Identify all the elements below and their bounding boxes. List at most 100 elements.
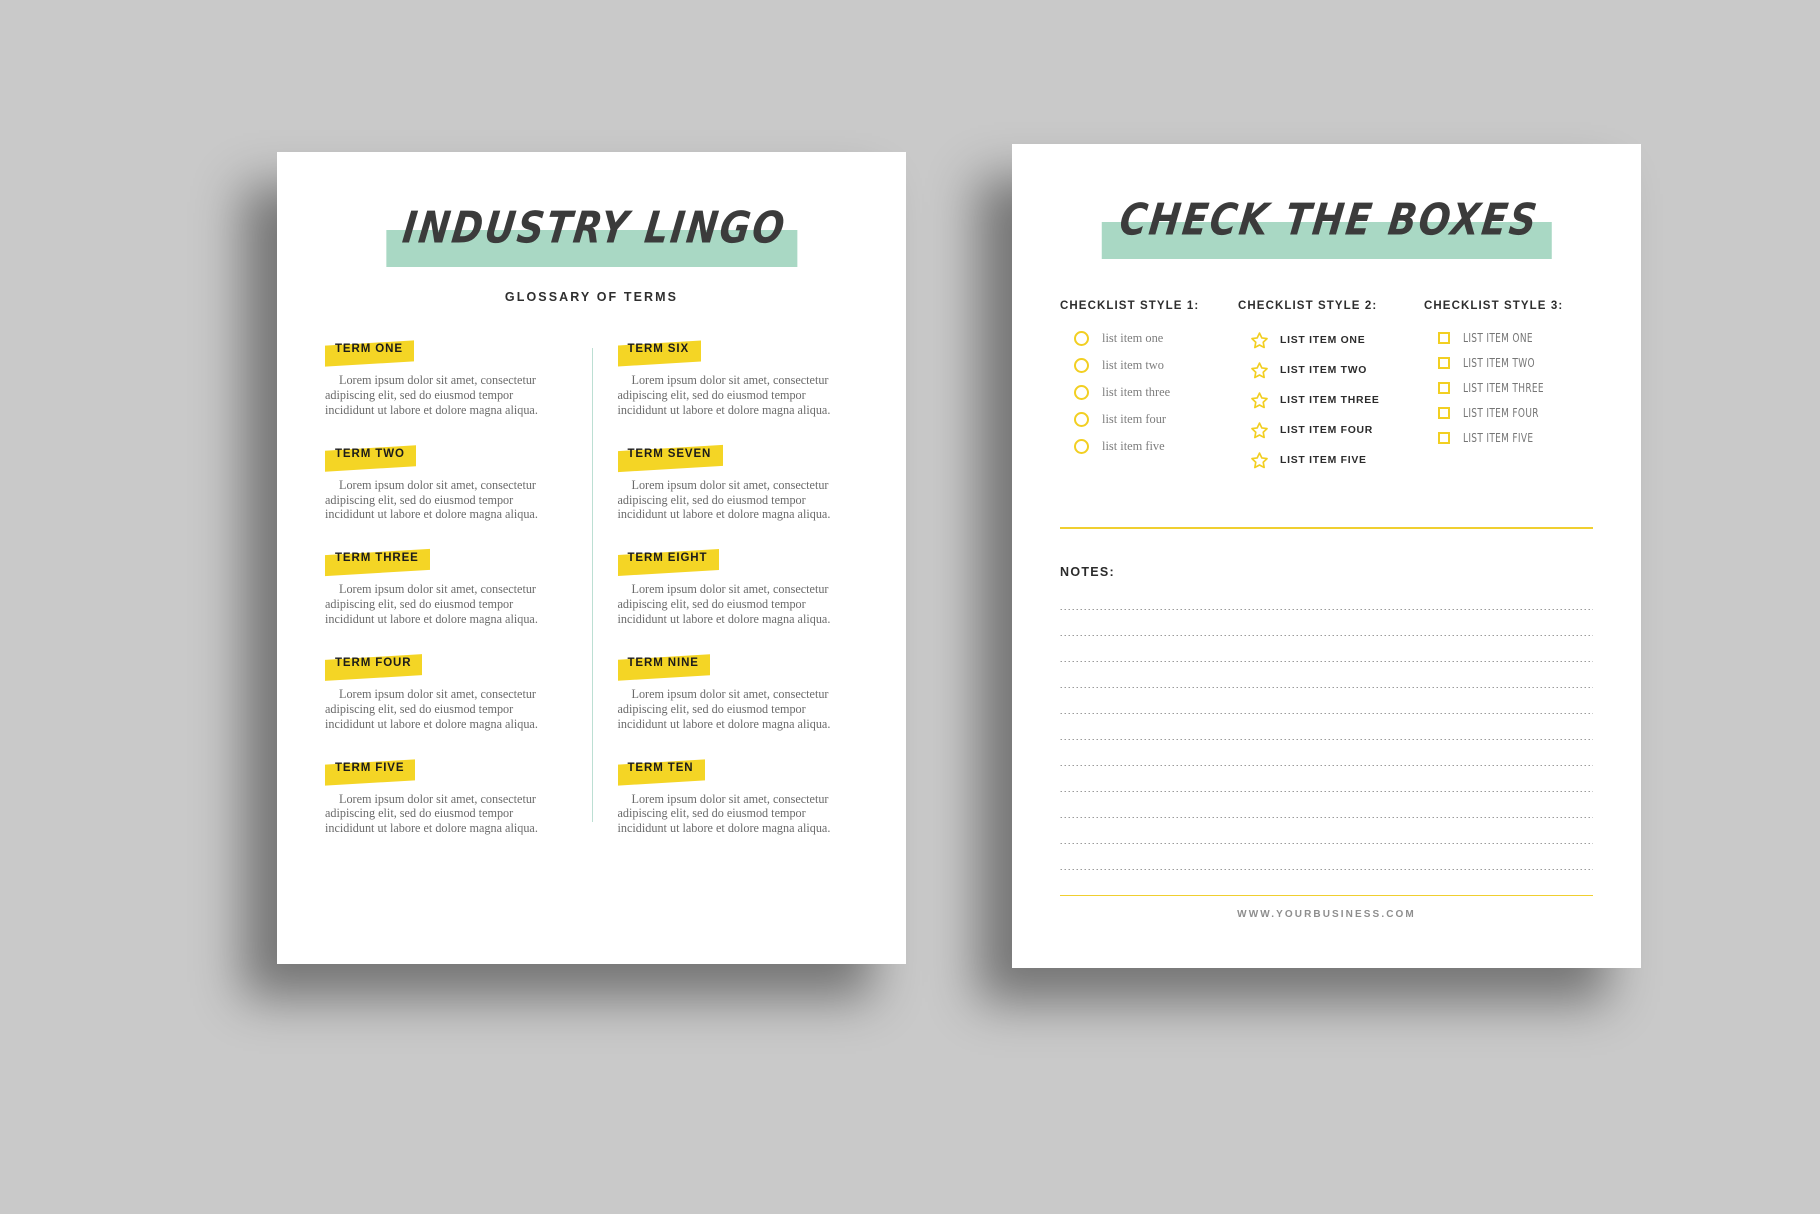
checklist-item-label: LIST ITEM TWO	[1463, 356, 1535, 370]
term-highlight: TERM ONE	[329, 338, 414, 359]
checklist-item-label: LIST ITEM THREE	[1463, 381, 1544, 395]
star-outline-icon[interactable]	[1250, 421, 1269, 440]
term-title: TERM FOUR	[335, 656, 412, 669]
note-line[interactable]	[1060, 686, 1593, 688]
note-line[interactable]	[1060, 738, 1593, 740]
circle-outline-icon[interactable]	[1074, 358, 1089, 373]
checklist-item-label: LIST ITEM ONE	[1463, 331, 1533, 345]
checklist-item[interactable]: LIST ITEM TWO	[1250, 361, 1424, 380]
circle-outline-icon[interactable]	[1074, 439, 1089, 454]
checklist-item[interactable]: list item two	[1074, 358, 1238, 373]
term-title: TERM THREE	[335, 552, 419, 565]
note-line[interactable]	[1060, 712, 1593, 714]
glossary-term-block: TERM TEN Lorem ipsum dolor sit amet, cons…	[618, 757, 859, 837]
checklist-item[interactable]: LIST ITEM ONE	[1438, 331, 1604, 345]
checklist-item[interactable]: list item five	[1074, 439, 1238, 454]
checklist-item[interactable]: LIST ITEM TWO	[1438, 356, 1604, 370]
glossary-term-block: TERM THREE Lorem ipsum dolor sit amet, co…	[325, 547, 566, 627]
glossary-page: INDUSTRY LINGO GLOSSARY OF TERMS TERM ON…	[277, 152, 906, 964]
square-outline-icon[interactable]	[1438, 357, 1450, 369]
square-outline-icon[interactable]	[1438, 432, 1450, 444]
checklist-item-label: list item two	[1102, 358, 1164, 372]
footer-divider	[1060, 894, 1593, 897]
checklist-item-label: LIST ITEM TWO	[1280, 365, 1368, 376]
term-title: TERM SEVEN	[627, 447, 712, 460]
note-line[interactable]	[1060, 660, 1593, 662]
note-line[interactable]	[1060, 842, 1593, 844]
circle-outline-icon[interactable]	[1074, 385, 1089, 400]
glossary-term-block: TERM TWO Lorem ipsum dolor sit amet, cons…	[325, 443, 566, 523]
column-divider	[591, 348, 593, 823]
glossary-column-two: TERM SIX Lorem ipsum dolor sit amet, cons…	[592, 338, 859, 836]
notes-label: NOTES:	[1060, 564, 1116, 579]
term-highlight: TERM SEVEN	[622, 443, 723, 464]
term-title: TERM TEN	[627, 761, 694, 774]
page-subtitle: GLOSSARY OF TERMS	[504, 290, 679, 304]
note-line[interactable]	[1060, 790, 1593, 792]
checklist-item-label: LIST ITEM FIVE	[1280, 455, 1367, 466]
note-line[interactable]	[1060, 608, 1593, 610]
footer-website: WWW.YOURBUSINESS.COM	[1237, 909, 1416, 921]
term-highlight: TERM NINE	[622, 652, 710, 673]
checklist-group-1: CHECKLIST STYLE 1: list item one list item…	[1060, 300, 1238, 481]
term-title: TERM ONE	[335, 343, 403, 355]
checklist-item-label: LIST ITEM FIVE	[1463, 431, 1534, 445]
glossary-term-block: TERM FOUR Lorem ipsum dolor sit amet, con…	[325, 652, 566, 732]
glossary-term-block: TERM EIGHT Lorem ipsum dolor sit amet, co…	[618, 547, 859, 627]
notes-write-area[interactable]	[1060, 608, 1593, 870]
checklist-item[interactable]: LIST ITEM FIVE	[1438, 431, 1604, 445]
square-outline-icon[interactable]	[1438, 407, 1450, 419]
checklist-item[interactable]: LIST ITEM FOUR	[1250, 421, 1424, 440]
note-line[interactable]	[1060, 816, 1593, 818]
checklist-page: CHECK THE BOXES CHECKLIST STYLE 1: list i…	[1012, 144, 1641, 968]
circle-outline-icon[interactable]	[1074, 412, 1089, 427]
page-title: CHECK THE BOXES	[1117, 194, 1542, 245]
checklist-heading: CHECKLIST STYLE 1:	[1060, 300, 1200, 312]
glossary-term-block: TERM SEVEN Lorem ipsum dolor sit amet, co…	[618, 443, 859, 523]
checklist-groups: CHECKLIST STYLE 1: list item one list item…	[1060, 300, 1607, 481]
checklist-item[interactable]: LIST ITEM ONE	[1250, 331, 1424, 350]
term-description: Lorem ipsum dolor sit amet, consectetur …	[617, 686, 831, 731]
glossary-term-block: TERM FIVE Lorem ipsum dolor sit amet, con…	[325, 757, 566, 837]
term-title: TERM TWO	[335, 447, 405, 460]
checklist-item-label: LIST ITEM ONE	[1280, 335, 1366, 346]
note-line[interactable]	[1060, 764, 1593, 766]
circle-outline-icon[interactable]	[1074, 331, 1089, 346]
checklist-heading: CHECKLIST STYLE 2:	[1238, 300, 1378, 312]
checklist-item[interactable]: LIST ITEM FOUR	[1438, 406, 1604, 420]
term-title: TERM EIGHT	[627, 552, 708, 565]
checklist-item-label: LIST ITEM FOUR	[1280, 425, 1374, 436]
checklist-heading: CHECKLIST STYLE 3:	[1424, 300, 1564, 312]
checklist-item[interactable]: list item one	[1074, 331, 1238, 346]
term-highlight: TERM FOUR	[329, 652, 422, 673]
section-divider	[1060, 527, 1593, 529]
term-description: Lorem ipsum dolor sit amet, consectetur …	[325, 582, 538, 626]
note-line[interactable]	[1060, 868, 1593, 870]
checklist-item[interactable]: list item three	[1074, 385, 1238, 400]
glossary-column-one: TERM ONE Lorem ipsum dolor sit amet, cons…	[325, 338, 592, 836]
checklist-item[interactable]: LIST ITEM THREE	[1250, 391, 1424, 410]
checklist-header: CHECK THE BOXES	[1012, 194, 1641, 260]
checklist-item-label: list item four	[1102, 412, 1167, 426]
term-title: TERM NINE	[627, 656, 699, 669]
star-outline-icon[interactable]	[1250, 331, 1269, 350]
square-outline-icon[interactable]	[1438, 382, 1450, 394]
checklist-item-label: list item three	[1102, 385, 1171, 399]
checklist-item[interactable]: LIST ITEM THREE	[1438, 381, 1604, 395]
term-description: Lorem ipsum dolor sit amet, consectetur …	[617, 582, 831, 626]
checklist-item[interactable]: LIST ITEM FIVE	[1250, 451, 1424, 470]
term-highlight: TERM SIX	[622, 338, 701, 359]
star-outline-icon[interactable]	[1250, 361, 1269, 380]
star-outline-icon[interactable]	[1250, 451, 1269, 470]
checklist-item-label: LIST ITEM FOUR	[1463, 406, 1539, 420]
checklist-item-label: list item five	[1102, 439, 1165, 453]
glossary-header: INDUSTRY LINGO	[277, 202, 906, 268]
term-highlight: TERM FIVE	[329, 757, 415, 778]
term-title: TERM SIX	[627, 343, 690, 355]
page-title: INDUSTRY LINGO	[399, 202, 790, 253]
note-line[interactable]	[1060, 634, 1593, 636]
checklist-item[interactable]: list item four	[1074, 412, 1238, 427]
square-outline-icon[interactable]	[1438, 332, 1450, 344]
star-outline-icon[interactable]	[1250, 391, 1269, 410]
term-description: Lorem ipsum dolor sit amet, consectetur …	[325, 373, 538, 417]
